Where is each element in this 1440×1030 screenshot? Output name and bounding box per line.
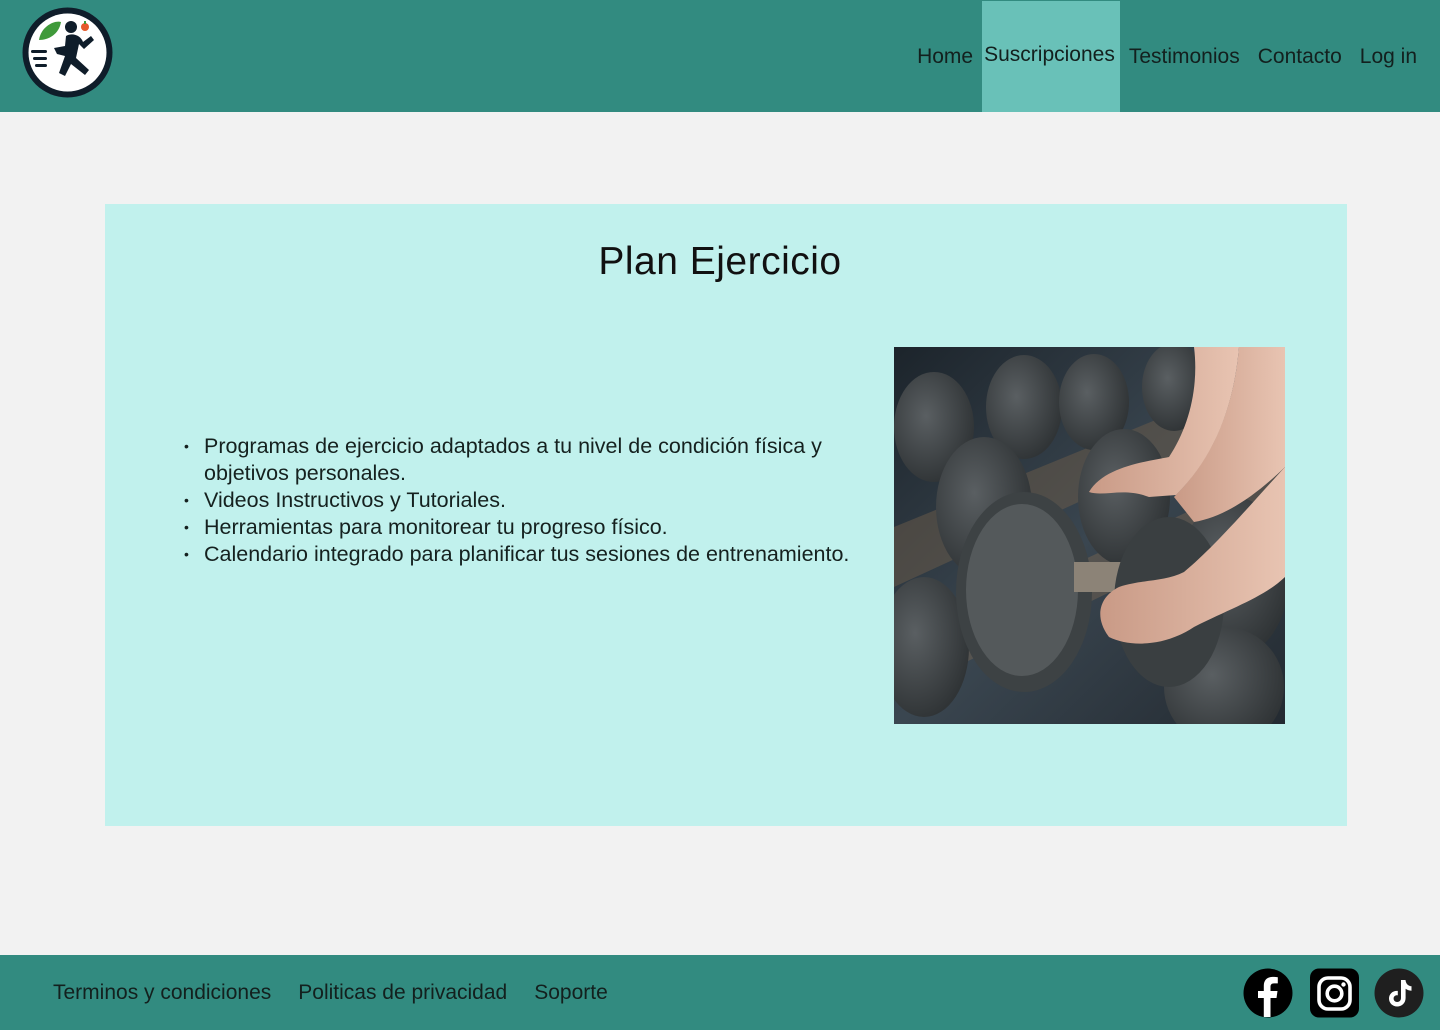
- nav-contacto[interactable]: Contacto: [1249, 0, 1351, 112]
- nav-testimonios[interactable]: Testimonios: [1120, 0, 1249, 112]
- footer-link-terminos[interactable]: Terminos y condiciones: [53, 981, 271, 1005]
- instagram-icon[interactable]: [1310, 968, 1359, 1018]
- feature-item: Calendario integrado para planificar tus…: [184, 541, 854, 568]
- logo-icon[interactable]: [21, 6, 114, 99]
- nav-home[interactable]: Home: [908, 0, 982, 112]
- footer-link-privacidad[interactable]: Politicas de privacidad: [298, 981, 507, 1005]
- site-footer: Terminos y condiciones Politicas de priv…: [0, 955, 1440, 1030]
- nav-suscripciones[interactable]: Suscripciones: [982, 1, 1120, 112]
- dumbbells-photo: [894, 347, 1285, 724]
- footer-link-soporte[interactable]: Soporte: [534, 981, 608, 1005]
- feature-item: Herramientas para monitorear tu progreso…: [184, 514, 854, 541]
- feature-item: Videos Instructivos y Tutoriales.: [184, 487, 854, 514]
- site-header: Home Suscripciones Testimonios Contacto …: [0, 0, 1440, 112]
- facebook-icon[interactable]: [1243, 968, 1293, 1018]
- feature-item: Programas de ejercicio adaptados a tu ni…: [184, 433, 854, 487]
- main-nav: Home Suscripciones Testimonios Contacto …: [908, 0, 1426, 112]
- footer-links: Terminos y condiciones Politicas de priv…: [53, 955, 608, 1030]
- nav-login[interactable]: Log in: [1351, 0, 1426, 112]
- tiktok-icon[interactable]: [1374, 968, 1424, 1018]
- plan-title: Plan Ejercicio: [598, 240, 842, 283]
- feature-list: Programas de ejercicio adaptados a tu ni…: [184, 433, 854, 568]
